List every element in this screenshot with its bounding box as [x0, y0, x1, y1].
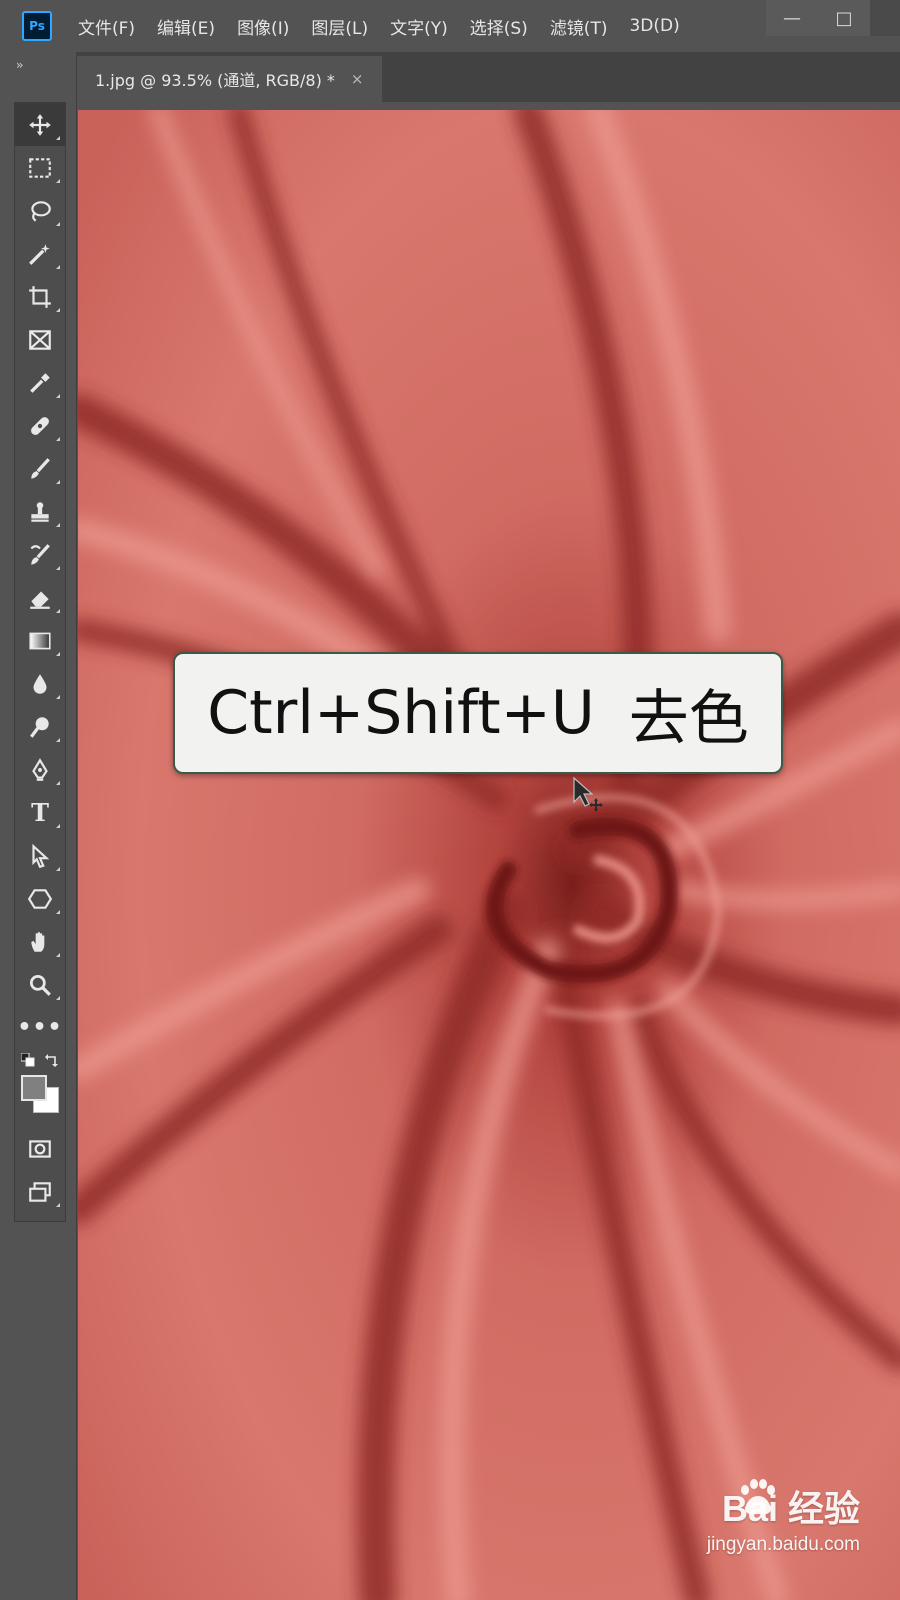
menu-layer[interactable]: 图层(L) — [311, 14, 368, 39]
document-tab-bar: 1.jpg @ 93.5% (通道, RGB/8) * × — [77, 52, 900, 102]
window-controls: — □ — [766, 0, 900, 36]
document-tab-title: 1.jpg @ 93.5% (通道, RGB/8) * — [95, 71, 335, 90]
mouse-cursor-icon — [573, 776, 603, 812]
healing-tool[interactable] — [15, 404, 65, 447]
lasso-icon — [31, 200, 51, 222]
dodge-icon — [30, 716, 49, 738]
close-button[interactable] — [870, 0, 900, 36]
more-tools-button[interactable]: ••• — [15, 1006, 65, 1049]
type-tool[interactable]: T — [15, 791, 65, 834]
stamp-tool[interactable] — [15, 490, 65, 533]
frame-icon — [29, 329, 51, 350]
path-select-tool[interactable] — [15, 834, 65, 877]
menu-bar: Ps 文件(F) 编辑(E) 图像(I) 图层(L) 文字(Y) 选择(S) 滤… — [0, 0, 900, 52]
crop-icon — [29, 285, 51, 308]
hand-tool[interactable] — [15, 920, 65, 963]
hexagon-icon — [27, 888, 53, 909]
stamp-icon — [31, 501, 49, 522]
gradient-icon — [29, 632, 51, 649]
maximize-button[interactable]: □ — [818, 0, 870, 36]
photoshop-logo-icon: Ps — [22, 11, 52, 41]
drop-icon — [33, 673, 47, 694]
panel-collapse-button[interactable]: ›› — [16, 58, 23, 72]
watermark-url: jingyan.baidu.com — [706, 1534, 860, 1555]
eyedropper-icon — [30, 372, 50, 393]
baidu-paw-logo-icon — [741, 1479, 775, 1515]
magic-wand-icon — [29, 243, 50, 265]
quick-mask-icon — [29, 1139, 51, 1158]
menu-select[interactable]: 选择(S) — [470, 14, 528, 39]
shortcut-overlay: Ctrl+Shift+U 去色 — [173, 652, 783, 774]
dodge-tool[interactable] — [15, 705, 65, 748]
brush-tool[interactable] — [15, 447, 65, 490]
marquee-tool[interactable] — [15, 146, 65, 189]
default-colors-icon[interactable] — [21, 1053, 35, 1067]
photoshop-window: Ps 文件(F) 编辑(E) 图像(I) 图层(L) 文字(Y) 选择(S) 滤… — [0, 0, 900, 1600]
pen-tool[interactable] — [15, 748, 65, 791]
lasso-tool[interactable] — [15, 189, 65, 232]
blur-tool[interactable] — [15, 662, 65, 705]
ellipsis-icon: ••• — [17, 1015, 63, 1040]
type-icon: T — [31, 798, 49, 827]
toolbar: T ••• — [14, 102, 66, 1222]
menu-3d[interactable]: 3D(D) — [629, 16, 679, 36]
menu-type[interactable]: 文字(Y) — [390, 14, 448, 39]
arrow-icon — [32, 843, 50, 868]
shape-tool[interactable] — [15, 877, 65, 920]
shortcut-action: 去色 — [628, 683, 749, 754]
screen-mode-button[interactable] — [15, 1170, 65, 1213]
eraser-icon — [30, 591, 50, 609]
watermark-brand: Bai 经验 — [721, 1488, 860, 1529]
history-brush-icon — [30, 543, 50, 565]
pen-icon — [32, 757, 48, 781]
foreground-color-swatch[interactable] — [21, 1075, 47, 1101]
color-mini-controls — [15, 1049, 65, 1071]
document-canvas[interactable] — [78, 110, 900, 1600]
quick-mask-button[interactable] — [15, 1127, 65, 1170]
color-swatches — [15, 1071, 65, 1127]
menu-edit[interactable]: 编辑(E) — [157, 14, 215, 39]
frame-tool[interactable] — [15, 318, 65, 361]
swap-colors-icon[interactable] — [45, 1053, 59, 1067]
menu-image[interactable]: 图像(I) — [237, 14, 289, 39]
bandage-icon — [31, 416, 49, 435]
gradient-tool[interactable] — [15, 619, 65, 662]
eraser-tool[interactable] — [15, 576, 65, 619]
crop-tool[interactable] — [15, 275, 65, 318]
document-tab[interactable]: 1.jpg @ 93.5% (通道, RGB/8) * × — [77, 56, 382, 102]
history-brush-tool[interactable] — [15, 533, 65, 576]
magic-wand-tool[interactable] — [15, 232, 65, 275]
move-icon — [29, 113, 51, 136]
menu-file[interactable]: 文件(F) — [78, 14, 135, 39]
brush-icon — [31, 457, 50, 479]
magnifier-icon — [29, 974, 51, 996]
tools-panel: ›› T ••• — [0, 52, 77, 1600]
move-tool[interactable] — [15, 103, 65, 146]
menu-filter[interactable]: 滤镜(T) — [550, 14, 608, 39]
screen-mode-icon — [29, 1181, 51, 1202]
zoom-tool[interactable] — [15, 963, 65, 1006]
minimize-button[interactable]: — — [766, 0, 818, 36]
satin-fabric-image — [78, 110, 900, 1600]
eyedropper-tool[interactable] — [15, 361, 65, 404]
close-tab-icon[interactable]: × — [351, 70, 364, 88]
hand-icon — [31, 931, 45, 952]
shortcut-keys: Ctrl+Shift+U — [207, 678, 595, 748]
baidu-jingyan-watermark: Bai 经验 jingyan.baidu.com — [707, 1480, 860, 1556]
rect-marquee-icon — [29, 157, 51, 178]
